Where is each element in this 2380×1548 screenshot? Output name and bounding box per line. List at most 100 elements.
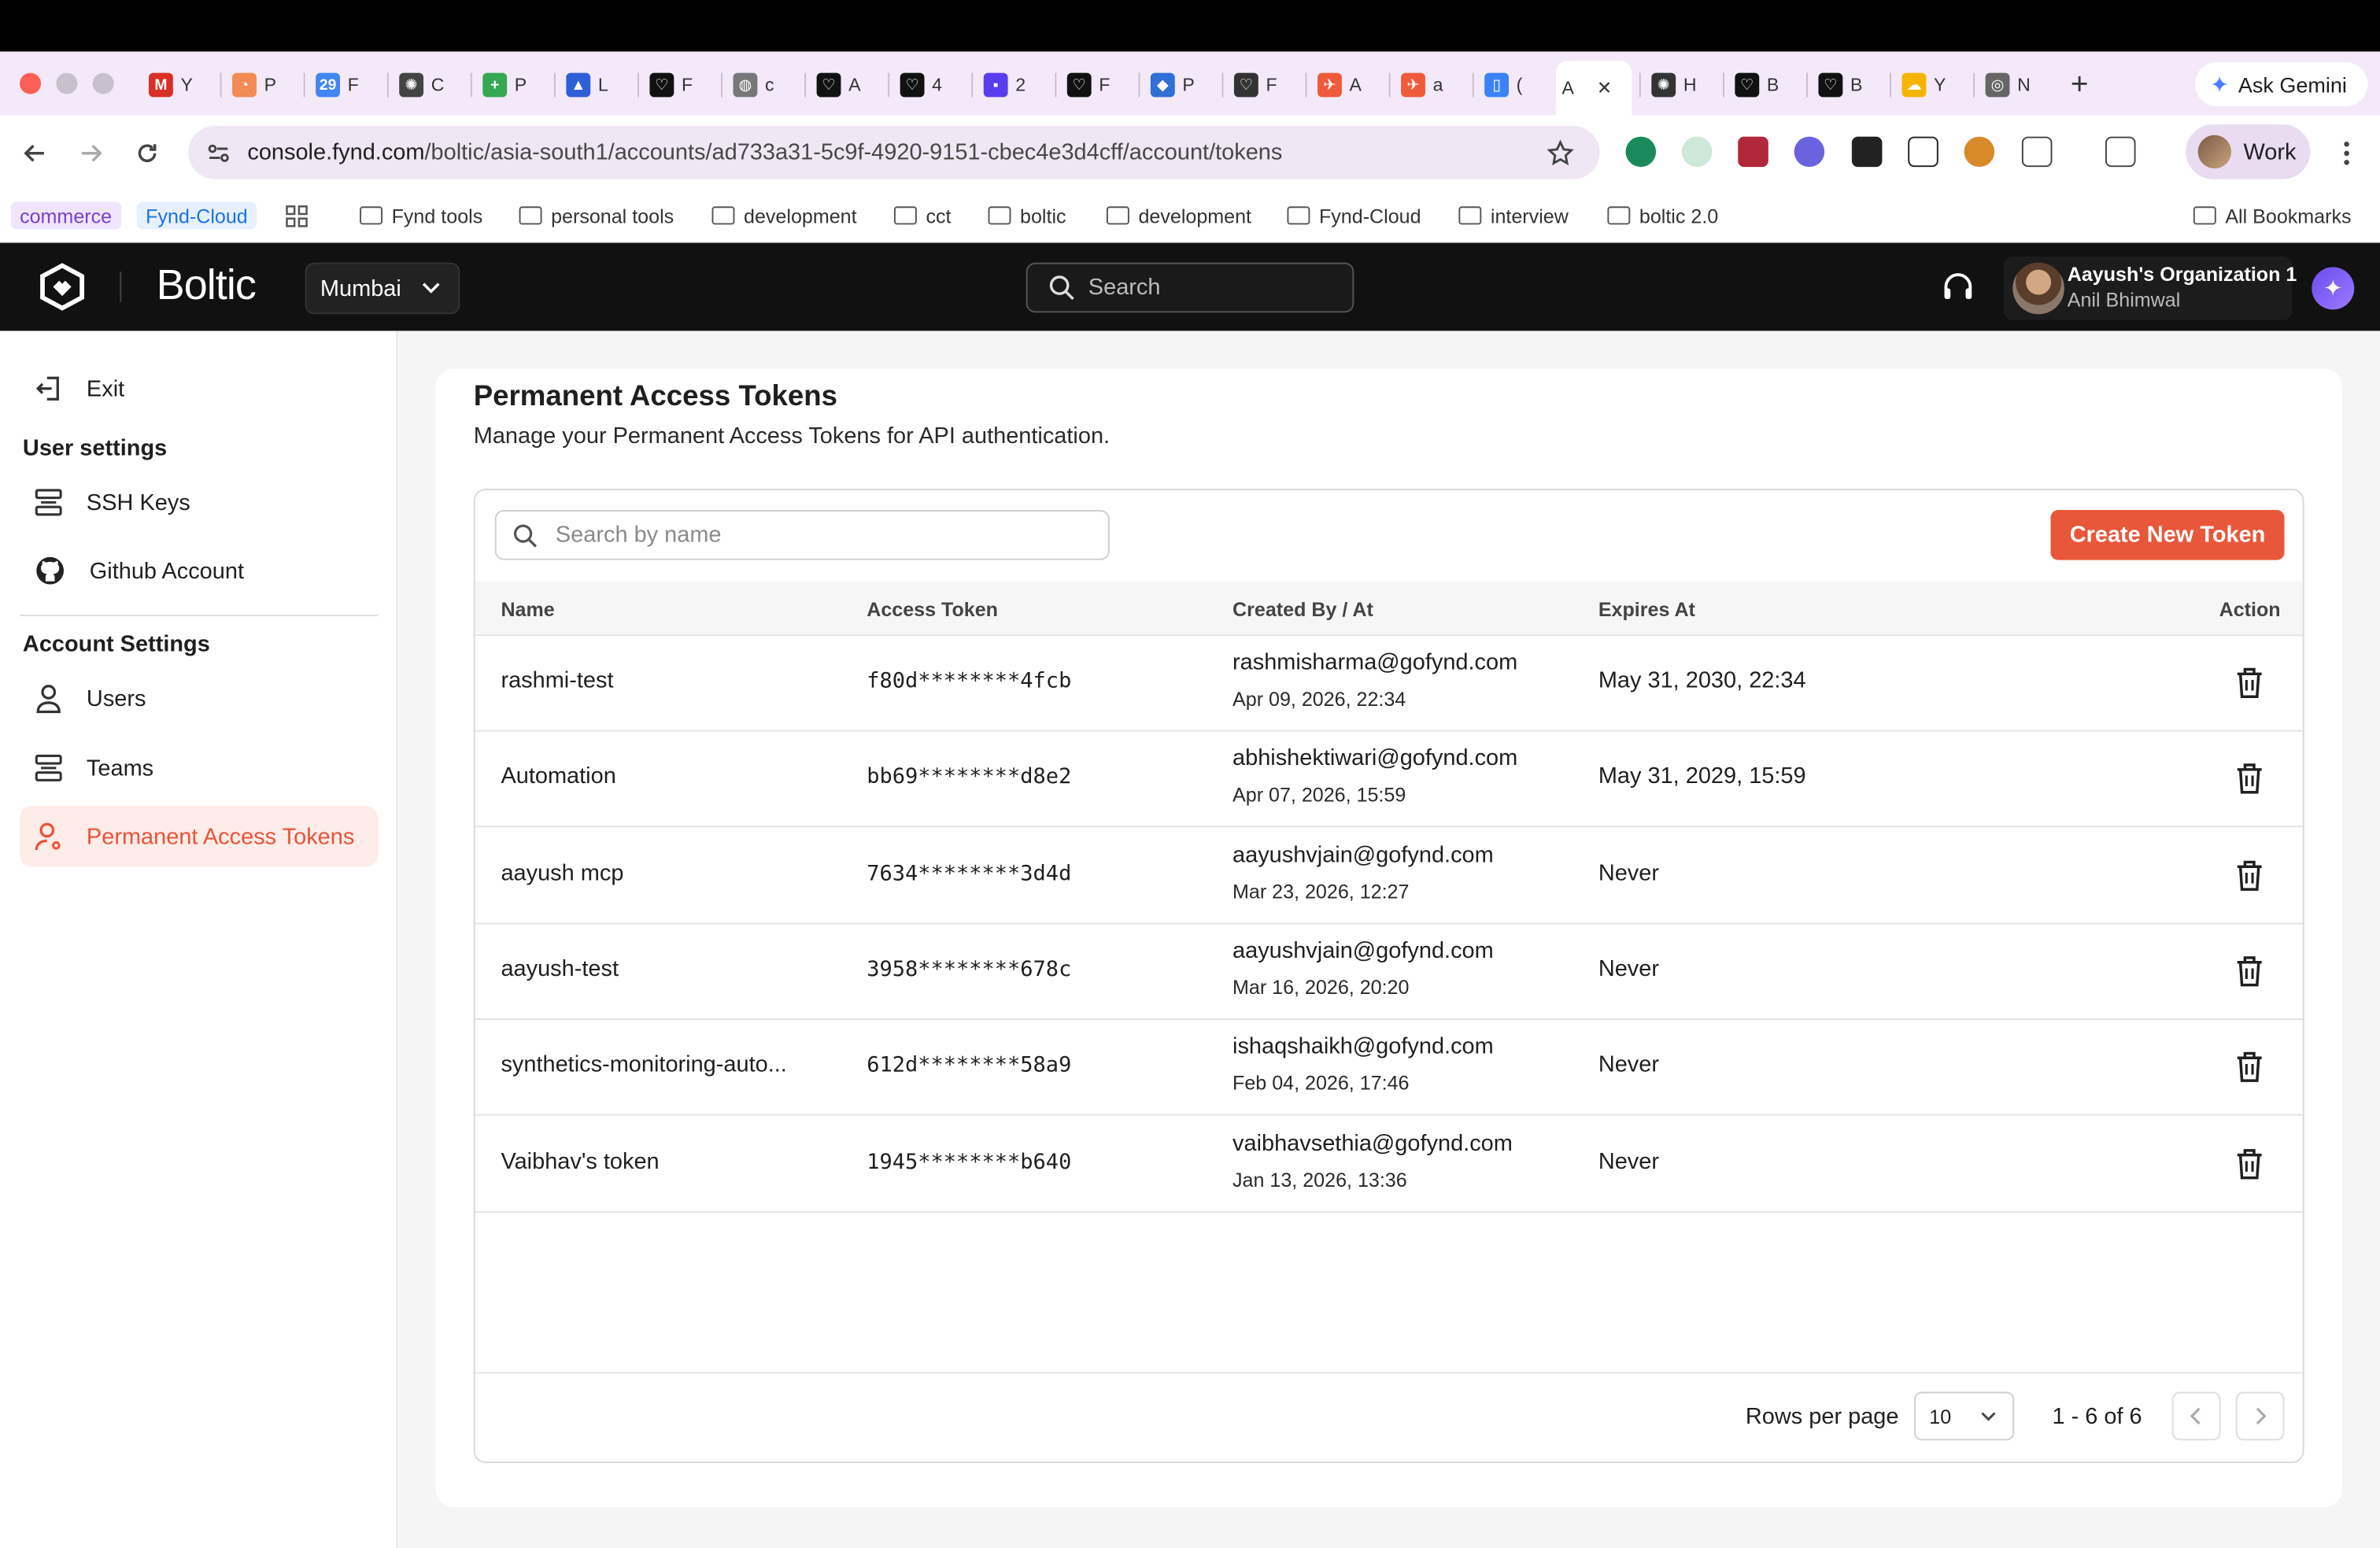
apps-grid-button[interactable] [286,202,309,230]
bookmark-folder-label: development [1138,204,1252,227]
extension-icon-4[interactable] [1794,136,1825,168]
browser-menu-button[interactable] [2330,137,2363,170]
browser-tab[interactable]: ▪ 2 [978,67,1053,103]
bug-extension-icon[interactable] [1964,136,1995,168]
browser-tab[interactable]: ♡ B [1729,67,1805,103]
bookmark-folder[interactable]: interview [1458,202,1569,230]
ask-gemini-label: Ask Gemini [2238,72,2347,97]
bookmark-fynd-cloud-label: Fynd-Cloud [146,204,248,227]
browser-tab-label: Y [1934,74,1946,96]
ai-assistant-sparkle-icon[interactable]: ✦ [2312,267,2355,310]
browser-tab[interactable]: ♡ F [644,67,719,103]
sidebar-item-teams[interactable]: Teams [20,737,378,798]
bookmark-commerce[interactable]: commerce [10,201,121,230]
bookmark-folder[interactable]: development [711,202,857,230]
browser-tab[interactable]: ✺ H [1646,67,1721,103]
browser-tab[interactable]: ♡ F [1228,67,1303,103]
forward-button[interactable] [75,137,108,170]
browser-tab[interactable]: ◍ c [727,67,803,103]
tab-separator [1472,72,1474,98]
browser-tab[interactable]: ♡ 4 [894,67,970,103]
sidebar-item-users[interactable]: Users [20,668,378,729]
browser-tab[interactable]: ◆ P [1144,67,1220,103]
expires-at: May 31, 2030, 22:34 [1598,667,1806,694]
delete-token-icon[interactable] [2236,1147,2264,1180]
profile-button[interactable]: Work [2186,124,2311,179]
token-search-input[interactable]: Search by name [494,510,1110,560]
browser-tab[interactable]: ▯( [1478,67,1554,103]
token-name: rashmi-test [501,667,614,694]
tab-search-icon[interactable] [2105,136,2136,168]
sidebar-item-github-account[interactable]: Github Account [20,541,378,601]
sidebar-item-tokens-label: Permanent Access Tokens [86,823,355,850]
delete-token-icon[interactable] [2236,763,2264,796]
extension-icon-3[interactable] [1738,136,1768,168]
sidebar-item-ssh-keys[interactable]: SSH Keys [20,472,378,533]
bookmark-folder[interactable]: boltic [988,202,1066,230]
browser-tab[interactable]: 29 F [309,67,385,103]
create-new-token-button[interactable]: Create New Token [2050,510,2285,560]
browser-tab[interactable]: + P [477,67,552,103]
browser-tab[interactable]: ◔ P [226,67,301,103]
minimize-window-button[interactable] [56,72,78,94]
folder-icon [893,206,917,225]
medium-extension-icon[interactable] [1851,136,1883,168]
bookmark-star-icon[interactable] [1547,139,1574,167]
browser-tab[interactable]: ☁ Y [1896,67,1972,103]
browser-tab[interactable]: ▲ L [560,67,636,103]
browser-tab[interactable]: ♡ F [1061,67,1136,103]
browser-tab[interactable]: ✺ C [394,67,469,103]
bookmark-folder[interactable]: development [1106,202,1252,230]
grammarly-extension-icon[interactable] [1625,136,1657,168]
boltic-logo-icon[interactable] [36,261,88,313]
delete-token-icon[interactable] [2236,667,2264,700]
maximize-window-button[interactable] [92,72,114,94]
extension-icon-2[interactable] [1681,136,1713,168]
browser-tab[interactable]: ✈ A [1311,67,1387,103]
url-text: console.fynd.com/boltic/asia-south1/acco… [247,139,1282,165]
folder-icon [711,206,735,225]
browser-tab[interactable]: MY [142,67,218,103]
region-selector[interactable]: Mumbai [305,262,460,315]
created-by-email: vaibhavsethia@gofynd.com [1232,1129,1513,1156]
all-bookmarks-label: All Bookmarks [2225,204,2352,227]
support-headset-icon[interactable] [1942,270,1975,303]
previous-page-button[interactable] [2171,1391,2221,1441]
address-bar[interactable]: console.fynd.com/boltic/asia-south1/acco… [188,126,1600,179]
browser-tab[interactable]: A ✕ [1555,61,1632,116]
bookmark-folder[interactable]: Fynd tools [360,202,482,230]
site-settings-icon[interactable] [206,141,231,165]
expires-at: Never [1598,1051,1659,1078]
tab-separator [303,72,305,98]
sidebar-item-exit[interactable]: Exit [20,358,378,419]
browser-tab[interactable]: ♡ A [811,67,886,103]
extensions-puzzle-icon[interactable] [2021,136,2053,168]
browser-tab[interactable]: ◎ N [1979,67,2055,103]
delete-token-icon[interactable] [2236,1051,2264,1084]
s-extension-icon[interactable] [1908,136,1938,168]
bookmark-folder[interactable]: Fynd-Cloud [1287,202,1421,230]
ask-gemini-button[interactable]: ✦ Ask Gemini [2194,62,2368,107]
browser-tab[interactable]: ♡ B [1813,67,1888,103]
next-page-button[interactable] [2235,1391,2285,1441]
doc-icon: ▯ [1484,72,1510,98]
new-tab-button[interactable]: + [2061,67,2097,103]
browser-tab[interactable]: ✈ a [1395,67,1470,103]
bookmark-fynd-cloud[interactable]: Fynd-Cloud [136,201,257,230]
token-masked-value: f80d********4fcb [867,669,1072,694]
delete-token-icon[interactable] [2236,859,2264,892]
rows-per-page-select[interactable]: 10 [1913,1391,2015,1441]
back-button[interactable] [18,137,51,170]
close-tab-icon[interactable]: ✕ [1597,77,1612,98]
delete-token-icon[interactable] [2236,955,2264,988]
browser-tab-label: Y [180,74,193,96]
organization-switcher[interactable]: Aayush's Organization 1 Anil Bhimwal [2003,256,2297,320]
global-search-input[interactable]: Search [1026,262,1354,313]
bookmark-folder[interactable]: cct [893,202,952,230]
reload-button[interactable] [131,137,164,170]
bookmark-folder[interactable]: boltic 2.0 [1607,202,1718,230]
all-bookmarks-button[interactable]: All Bookmarks [2193,202,2352,230]
sidebar-item-permanent-access-tokens[interactable]: Permanent Access Tokens [20,806,379,867]
bookmark-folder[interactable]: personal tools [519,202,674,230]
close-window-button[interactable] [20,72,42,94]
